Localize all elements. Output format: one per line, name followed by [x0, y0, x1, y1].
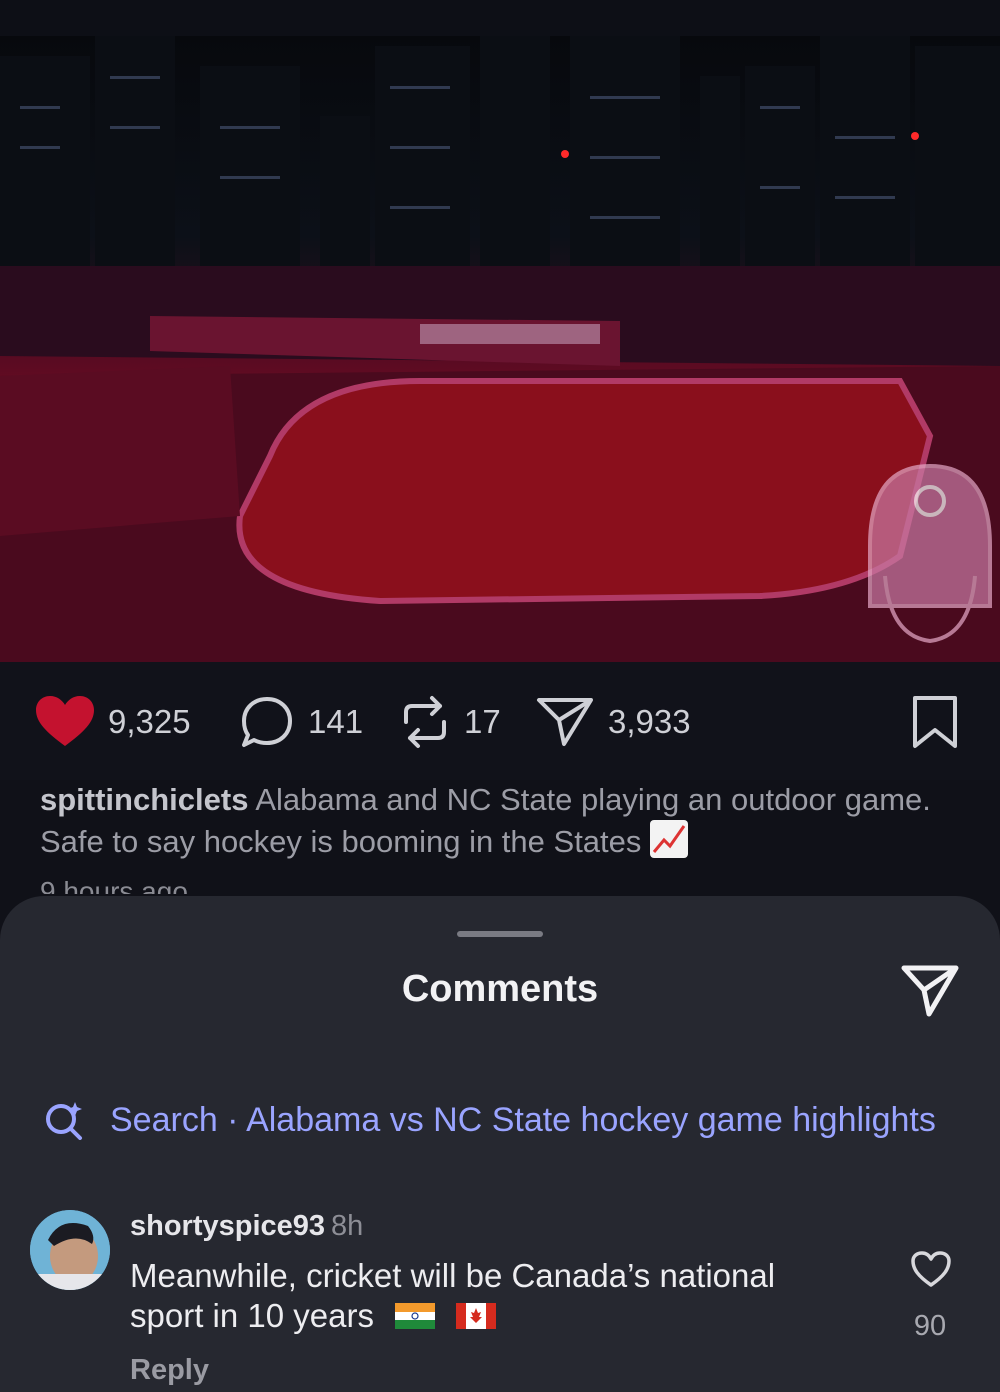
comment-body: Meanwhile, cricket will be Canada’s nati…: [130, 1257, 776, 1334]
comment-action[interactable]: 141: [240, 694, 363, 750]
bookmark-icon[interactable]: [910, 694, 960, 750]
comment-bubble-icon[interactable]: [240, 695, 294, 749]
share-button[interactable]: [900, 964, 960, 1018]
share-count: 3,933: [608, 703, 691, 740]
like-action[interactable]: 9,325: [36, 694, 191, 750]
comment-time: 8h: [331, 1210, 364, 1242]
caption-username[interactable]: spittinchiclets: [40, 782, 248, 817]
sparkle-search-icon: [44, 1100, 84, 1140]
comment-username-text[interactable]: shortyspice93: [130, 1210, 325, 1242]
comment-like-button[interactable]: [910, 1250, 952, 1288]
heart-outline-icon[interactable]: [910, 1250, 952, 1288]
comment-username[interactable]: shortyspice93 8h: [130, 1210, 363, 1243]
canada-flag-icon: [456, 1298, 497, 1329]
avatar[interactable]: [30, 1210, 110, 1290]
repost-icon[interactable]: [400, 694, 450, 750]
comment-text: Meanwhile, cricket will be Canada’s nati…: [130, 1256, 850, 1336]
repost-count: 17: [464, 703, 501, 740]
save-action[interactable]: [910, 694, 960, 750]
comments-sheet: Comments Search · Alabama vs NC State ho…: [0, 896, 1000, 1392]
sheet-title: Comments: [401, 968, 599, 1010]
comment-count: 141: [308, 703, 364, 740]
sheet-drag-handle[interactable]: [457, 931, 543, 937]
post-image[interactable]: [0, 36, 1000, 662]
heart-filled-icon[interactable]: [36, 696, 94, 748]
repost-action[interactable]: 17: [400, 694, 501, 750]
india-flag-icon: [395, 1298, 436, 1329]
search-suggestion[interactable]: Search · Alabama vs NC State hockey game…: [44, 1100, 936, 1140]
post-timestamp: 9 hours ago: [40, 876, 188, 894]
reply-button[interactable]: Reply: [130, 1354, 209, 1387]
post-caption: spittinchiclets Alabama and NC State pla…: [40, 780, 940, 862]
search-suggestion-text[interactable]: Search · Alabama vs NC State hockey game…: [110, 1101, 936, 1140]
send-icon[interactable]: [900, 964, 960, 1018]
comment-like-count: 90: [913, 1310, 947, 1342]
like-count: 9,325: [108, 703, 191, 740]
chart-increasing-icon: [650, 820, 689, 858]
share-action[interactable]: 3,933: [536, 694, 691, 750]
status-bar: [0, 0, 1000, 36]
send-icon[interactable]: [536, 696, 594, 748]
